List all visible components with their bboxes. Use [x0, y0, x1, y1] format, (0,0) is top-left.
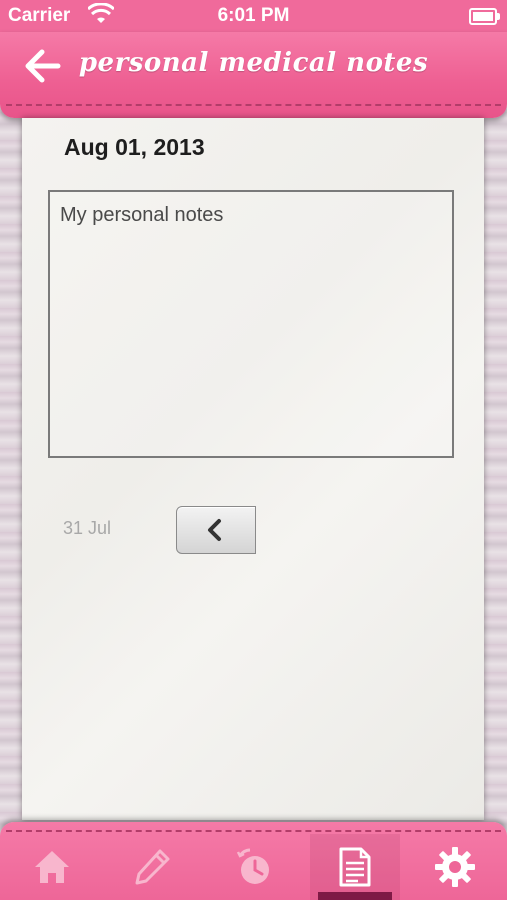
tab-notes[interactable]	[310, 834, 400, 900]
tab-edit[interactable]	[107, 834, 197, 900]
status-bar: Carrier 6:01 PM	[0, 0, 507, 32]
gear-icon	[435, 847, 475, 887]
note-paper: Aug 01, 2013 My personal notes 31 Jul	[22, 118, 484, 820]
tab-settings[interactable]	[410, 834, 500, 900]
clock-label: 6:01 PM	[217, 5, 290, 26]
tab-home[interactable]	[7, 834, 97, 900]
notes-box: My personal notes	[48, 190, 454, 458]
reminder-clock-icon	[236, 848, 269, 884]
previous-date-label: 31 Jul	[63, 518, 112, 538]
page-title: personal medical notes	[78, 48, 429, 78]
battery-icon	[469, 8, 500, 25]
header-stitch	[6, 104, 501, 106]
chevron-left-icon	[208, 519, 221, 541]
note-date: Aug 01, 2013	[64, 134, 205, 160]
tab-reminders[interactable]	[209, 834, 299, 900]
notes-textarea[interactable]: My personal notes	[50, 192, 452, 456]
tabbar-stitch	[6, 830, 501, 832]
home-icon	[35, 851, 69, 883]
tab-bar	[0, 822, 507, 900]
notes-document-icon	[339, 847, 371, 887]
previous-note-button[interactable]	[176, 506, 256, 554]
pencil-icon	[135, 849, 170, 885]
header-bar: personal medical notes	[0, 32, 507, 118]
